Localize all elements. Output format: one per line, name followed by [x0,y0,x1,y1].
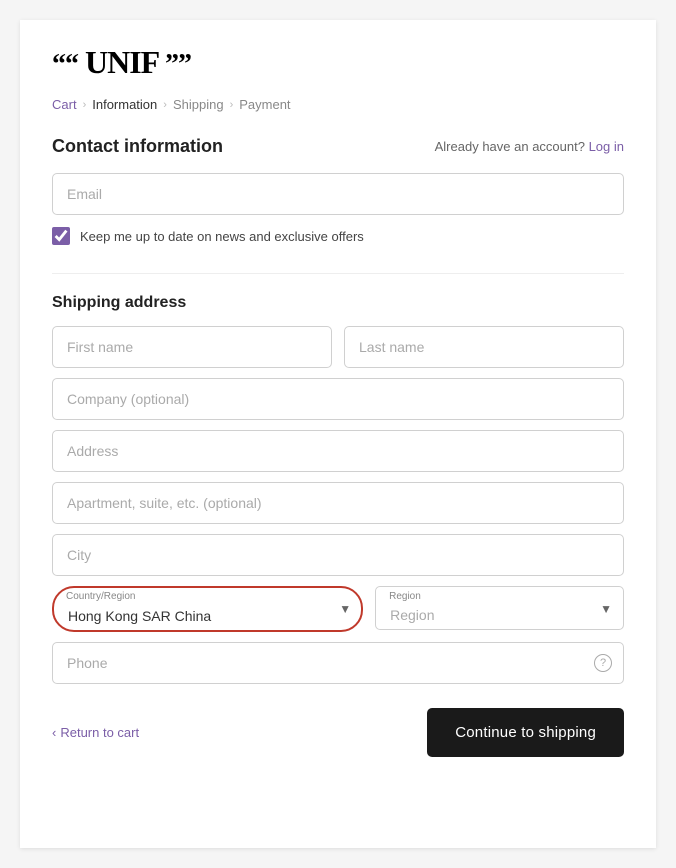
company-row [52,378,624,420]
breadcrumb-information: Information [92,97,157,112]
breadcrumb-cart[interactable]: Cart [52,97,77,112]
city-row [52,534,624,576]
newsletter-label[interactable]: Keep me up to date on news and exclusive… [80,229,364,244]
chevron-icon-3: › [230,99,234,111]
name-row [52,326,624,368]
email-container [52,173,624,215]
company-input[interactable] [52,378,624,420]
breadcrumb: Cart › Information › Shipping › Payment [52,97,624,112]
last-name-input[interactable] [344,326,624,368]
contact-section-title: Contact information [52,136,223,157]
city-input[interactable] [52,534,624,576]
phone-wrapper: ? [52,642,624,684]
page-container: UNIF Cart › Information › Shipping › Pay… [20,20,656,848]
footer-actions: ‹ Return to cart Continue to shipping [52,708,624,757]
region-wrapper: Region Region ▼ [375,586,624,632]
return-chevron-icon: ‹ [52,725,56,740]
already-account-text: Already have an account? [435,139,585,154]
return-to-cart-link[interactable]: ‹ Return to cart [52,725,139,740]
chevron-icon-2: › [163,99,167,111]
country-wrapper: Country/Region Hong Kong SAR China ▼ [52,586,363,632]
login-prompt: Already have an account? Log in [435,139,624,154]
phone-input[interactable] [52,642,624,684]
newsletter-row: Keep me up to date on news and exclusive… [52,227,624,245]
country-region-row: Country/Region Hong Kong SAR China ▼ Reg… [52,586,624,632]
divider-1 [52,273,624,274]
address-row [52,430,624,472]
chevron-icon: › [83,99,87,111]
email-input[interactable] [52,173,624,215]
return-label: Return to cart [60,725,139,740]
apartment-input[interactable] [52,482,624,524]
first-name-input[interactable] [52,326,332,368]
newsletter-checkbox[interactable] [52,227,70,245]
address-input[interactable] [52,430,624,472]
country-select[interactable]: Hong Kong SAR China [52,586,363,632]
contact-section-header: Contact information Already have an acco… [52,136,624,157]
breadcrumb-payment: Payment [239,97,290,112]
phone-help-icon[interactable]: ? [594,654,612,672]
apartment-row [52,482,624,524]
continue-shipping-button[interactable]: Continue to shipping [427,708,624,757]
login-link[interactable]: Log in [589,139,624,154]
shipping-section-title: Shipping address [52,294,624,312]
region-select[interactable]: Region [375,586,624,630]
breadcrumb-shipping: Shipping [173,97,224,112]
logo: UNIF [52,44,624,81]
logo-text: UNIF [85,44,158,80]
